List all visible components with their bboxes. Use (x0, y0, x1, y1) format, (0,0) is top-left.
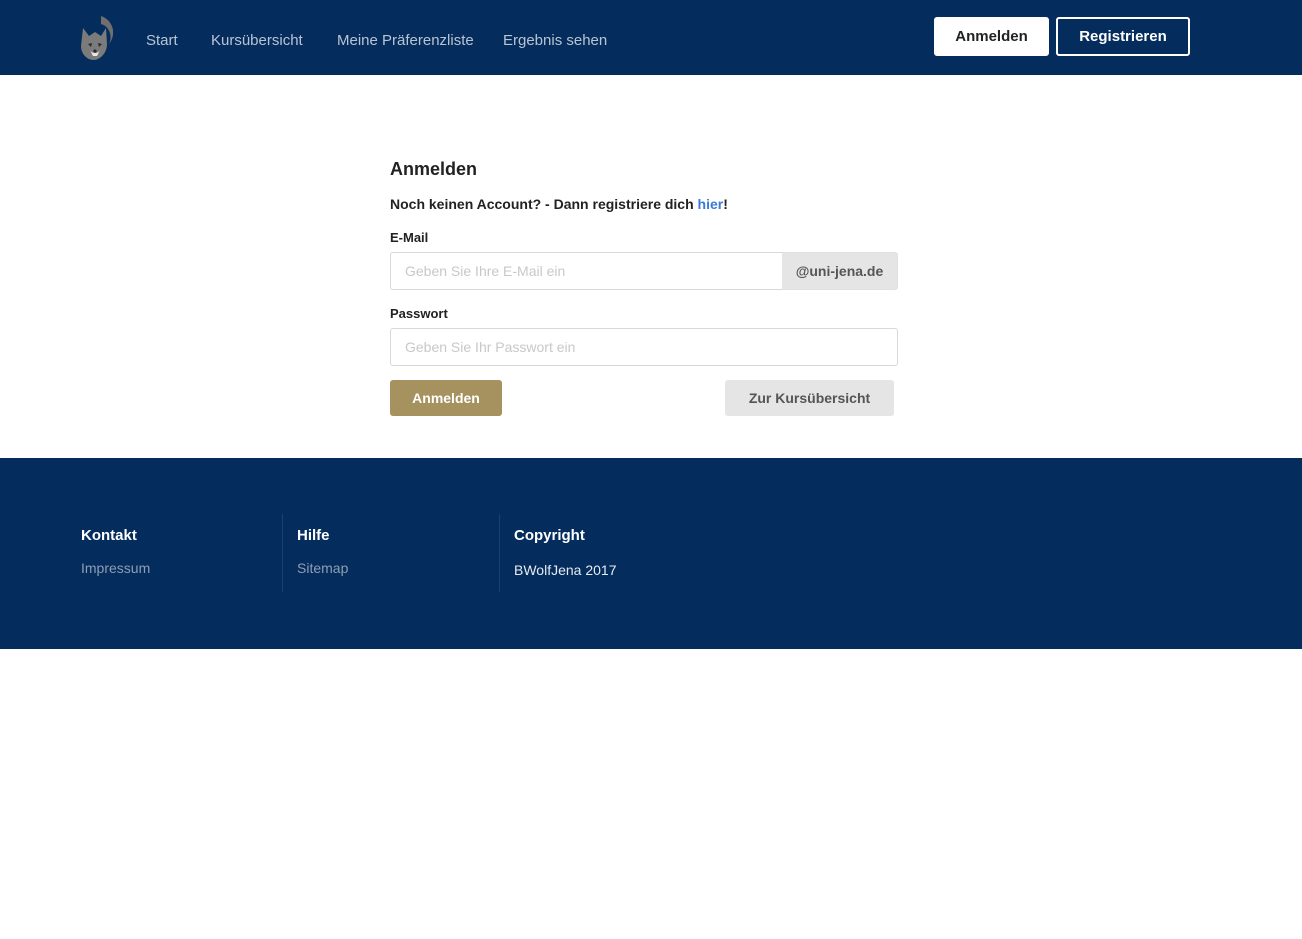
page-title: Anmelden (390, 159, 478, 179)
footer-help-column (282, 514, 499, 592)
register-hint: Noch keinen Account? - Dann registriere … (390, 196, 728, 212)
nav-link-start[interactable]: Start (146, 32, 178, 50)
password-label: Passwort (390, 306, 448, 321)
footer-copyright-heading: Copyright (514, 527, 585, 544)
footer-impressum-link[interactable]: Impressum (81, 560, 150, 576)
header-login-button[interactable]: Anmelden (934, 17, 1049, 56)
login-submit-button[interactable]: Anmelden (390, 380, 502, 416)
footer-contact-column (81, 514, 281, 592)
nav-link-ergebnis[interactable]: Ergebnis sehen (503, 32, 607, 50)
footer-contact-heading: Kontakt (81, 527, 137, 544)
footer-help-heading: Hilfe (297, 527, 330, 544)
email-domain-addon: @uni-jena.de (782, 252, 898, 290)
course-overview-button[interactable]: Zur Kursübersicht (725, 380, 894, 416)
password-field[interactable] (390, 328, 898, 366)
nav-link-kursuebersicht[interactable]: Kursübersicht (211, 32, 303, 50)
footer-copyright-text: BWolfJena 2017 (514, 562, 617, 578)
footer: Kontakt Impressum Hilfe Sitemap Copyrigh… (0, 458, 1302, 649)
register-link[interactable]: hier (698, 196, 724, 212)
register-hint-suffix: ! (723, 196, 728, 212)
footer-copyright-column (499, 514, 799, 592)
nav-link-praeferenzliste[interactable]: Meine Präferenzliste (337, 32, 474, 50)
wolf-logo-icon[interactable] (79, 14, 117, 62)
header-register-button[interactable]: Registrieren (1056, 17, 1190, 56)
email-field[interactable] (390, 252, 783, 290)
register-hint-text: Noch keinen Account? - Dann registriere … (390, 196, 698, 212)
footer-sitemap-link[interactable]: Sitemap (297, 560, 348, 576)
email-label: E-Mail (390, 230, 429, 245)
navbar: Start Kursübersicht Meine Präferenzliste… (0, 0, 1302, 75)
